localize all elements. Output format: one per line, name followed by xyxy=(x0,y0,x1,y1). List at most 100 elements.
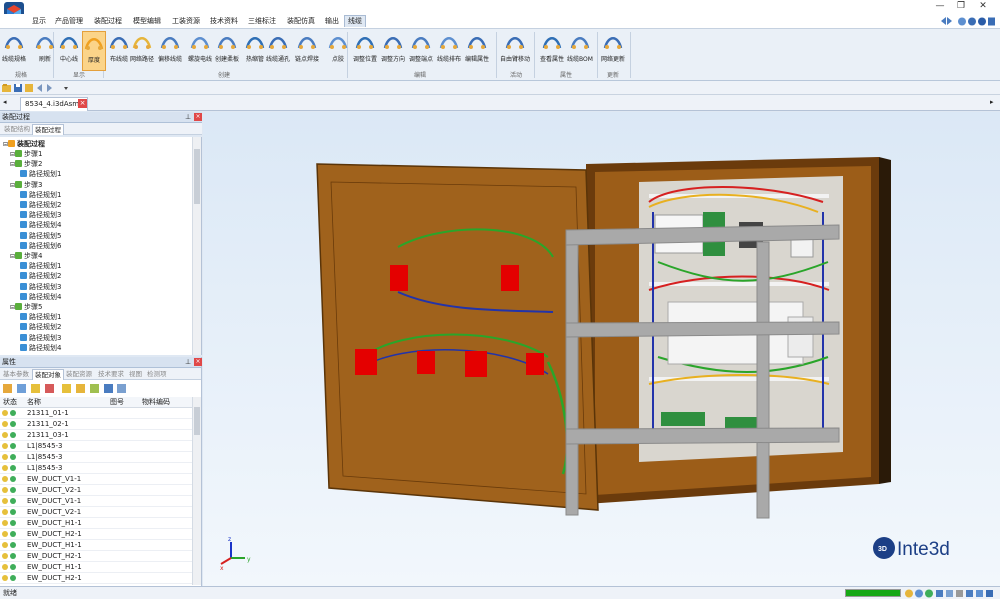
tab-view[interactable]: 视图 xyxy=(127,369,144,379)
door-component[interactable] xyxy=(465,351,487,377)
cable-layout-button[interactable]: 线缆排布 xyxy=(437,31,461,71)
restore-button[interactable]: ❐ xyxy=(953,0,969,13)
tree-path-plan[interactable]: 路径规划4 xyxy=(20,292,61,302)
cable-bom-button[interactable]: 线缆BOM xyxy=(567,31,593,71)
tree-step[interactable]: ⊟ 步骤5 xyxy=(10,302,43,312)
cable-spec-button[interactable]: 线缆规格 xyxy=(2,31,26,71)
menu-3d-annotation[interactable]: 三维标注 xyxy=(245,16,279,27)
undo-icon[interactable] xyxy=(37,84,42,92)
door-component[interactable] xyxy=(501,265,519,291)
tree-step[interactable]: ⊟ 步骤1 xyxy=(10,149,43,159)
save-all-icon[interactable] xyxy=(25,84,33,92)
table-row[interactable]: EW_DUCT_H1-1 xyxy=(0,540,192,551)
redo-icon[interactable] xyxy=(47,84,52,92)
close-panel-icon[interactable]: × xyxy=(194,358,202,366)
tree-path-plan[interactable]: 路径规划2 xyxy=(20,322,61,332)
free-arm-move-button[interactable]: 自由臂移动 xyxy=(500,31,530,71)
link-icon[interactable] xyxy=(90,384,99,393)
chain-weld-button[interactable]: 链点焊接 xyxy=(295,31,319,71)
column-drawing-no[interactable]: 图号 xyxy=(110,397,124,408)
visibility-icon[interactable] xyxy=(2,487,8,493)
visibility-icon[interactable] xyxy=(2,509,8,515)
thickness-button[interactable]: 厚度 xyxy=(82,31,106,71)
tab-scroll-right-icon[interactable]: ▸ xyxy=(990,98,994,106)
refresh-button[interactable]: 刷新 xyxy=(34,31,56,71)
column-material-code[interactable]: 物料编码 xyxy=(142,397,170,408)
tab-assembly-objects[interactable]: 装配对象 xyxy=(32,369,64,380)
menu-tooling[interactable]: 工装资源 xyxy=(169,16,203,27)
tree-path-plan[interactable]: 路径规划4 xyxy=(20,343,61,353)
pin-icon[interactable]: ⊥ xyxy=(185,357,191,367)
door-component[interactable] xyxy=(355,349,377,375)
tree-path-plan[interactable]: 路径规划1 xyxy=(20,312,61,322)
table-row[interactable]: EW_DUCT_V2-1 xyxy=(0,507,192,518)
menu-model-edit[interactable]: 模型编辑 xyxy=(130,16,164,27)
adjust-endpoint-button[interactable]: 调整端点 xyxy=(409,31,433,71)
tab-inspection[interactable]: 检测项 xyxy=(145,369,169,379)
edit-icon[interactable] xyxy=(31,384,40,393)
tab-tech-requirements[interactable]: 技术要求 xyxy=(96,369,126,379)
table-row[interactable]: EW_DUCT_H1-1 xyxy=(0,518,192,529)
visibility-icon[interactable] xyxy=(2,443,8,449)
lock-icon[interactable] xyxy=(62,384,71,393)
3d-viewport[interactable]: x y z 3D Inte3d xyxy=(203,112,1000,586)
tab-assembly-resources[interactable]: 装配资源 xyxy=(64,369,94,379)
visibility-icon[interactable] xyxy=(2,410,8,416)
table-icon[interactable] xyxy=(104,384,113,393)
table-row[interactable]: L1|8545-3 xyxy=(0,463,192,474)
table-row[interactable]: L1|8545-3 xyxy=(0,452,192,463)
tree-path-plan[interactable]: 路径规划1 xyxy=(20,190,61,200)
visibility-icon[interactable] xyxy=(2,498,8,504)
table-row[interactable]: EW_DUCT_H2-1 xyxy=(0,573,192,584)
visibility-icon[interactable] xyxy=(2,564,8,570)
door-component[interactable] xyxy=(390,265,408,291)
table-row[interactable]: EW_DUCT_H2-1 xyxy=(0,551,192,562)
open-icon[interactable] xyxy=(2,84,11,92)
tag-icon[interactable] xyxy=(76,384,85,393)
edit-properties-button[interactable]: 编辑属性 xyxy=(465,31,489,71)
table-row[interactable]: EW_DUCT_V1-1 xyxy=(0,474,192,485)
table-row[interactable]: EW_DUCT_V1-1 xyxy=(0,496,192,507)
tree-path-plan[interactable]: 路径规划5 xyxy=(20,231,61,241)
visibility-icon[interactable] xyxy=(2,454,8,460)
tab-scroll-left-icon[interactable]: ◂ xyxy=(3,98,7,106)
adjust-direction-button[interactable]: 调整方向 xyxy=(381,31,405,71)
view-properties-button[interactable]: 查看属性 xyxy=(540,31,564,71)
create-flex-button[interactable]: 创建柔板 xyxy=(215,31,239,71)
pin-icon[interactable]: ⊥ xyxy=(185,112,191,122)
route-cable-button[interactable]: 布线缆 xyxy=(108,31,130,71)
tree-path-plan[interactable]: 路径规划4 xyxy=(20,220,61,230)
close-button[interactable]: ✕ xyxy=(975,0,991,13)
table-row[interactable]: EW_DUCT_H1-1 xyxy=(0,562,192,573)
menu-cable[interactable]: 线缆 xyxy=(344,15,366,27)
tree-path-plan[interactable]: 路径规划3 xyxy=(20,282,61,292)
table-row[interactable]: L1|8545-3 xyxy=(0,441,192,452)
close-tab-icon[interactable]: × xyxy=(78,99,87,108)
tree-path-plan[interactable]: 路径规划1 xyxy=(20,169,61,179)
qat-dropdown-icon[interactable] xyxy=(64,87,68,90)
spiral-wire-button[interactable]: 螺旋电线 xyxy=(188,31,212,71)
network-path-button[interactable]: 网络路径 xyxy=(130,31,154,71)
status-toolbar-icons[interactable] xyxy=(904,588,996,599)
table-row[interactable]: EW_DUCT_H2-1 xyxy=(0,529,192,540)
door-component[interactable] xyxy=(526,353,544,375)
help-toolbar-icons[interactable] xyxy=(940,16,996,27)
close-panel-icon[interactable]: × xyxy=(194,113,202,121)
filter-icon[interactable] xyxy=(3,384,12,393)
tab-assembly-structure[interactable]: 装配结构 xyxy=(2,124,32,134)
tree-path-plan[interactable]: 路径规划3 xyxy=(20,333,61,343)
export-icon[interactable] xyxy=(117,384,126,393)
visibility-icon[interactable] xyxy=(2,476,8,482)
menu-assembly-process[interactable]: 装配过程 xyxy=(91,16,125,27)
delete-icon[interactable] xyxy=(45,384,54,393)
centerline-button[interactable]: 中心线 xyxy=(58,31,80,71)
heat-shrink-button[interactable]: 热缩管 xyxy=(244,31,266,71)
menu-output[interactable]: 输出 xyxy=(322,16,342,27)
tree-path-plan[interactable]: 路径规划6 xyxy=(20,241,61,251)
visibility-icon[interactable] xyxy=(2,520,8,526)
glue-button[interactable]: 点胶 xyxy=(327,31,349,71)
visibility-icon[interactable] xyxy=(2,465,8,471)
menu-product-management[interactable]: 产品管理 xyxy=(52,16,86,27)
visibility-icon[interactable] xyxy=(2,542,8,548)
tree-path-plan[interactable]: 路径规划2 xyxy=(20,200,61,210)
